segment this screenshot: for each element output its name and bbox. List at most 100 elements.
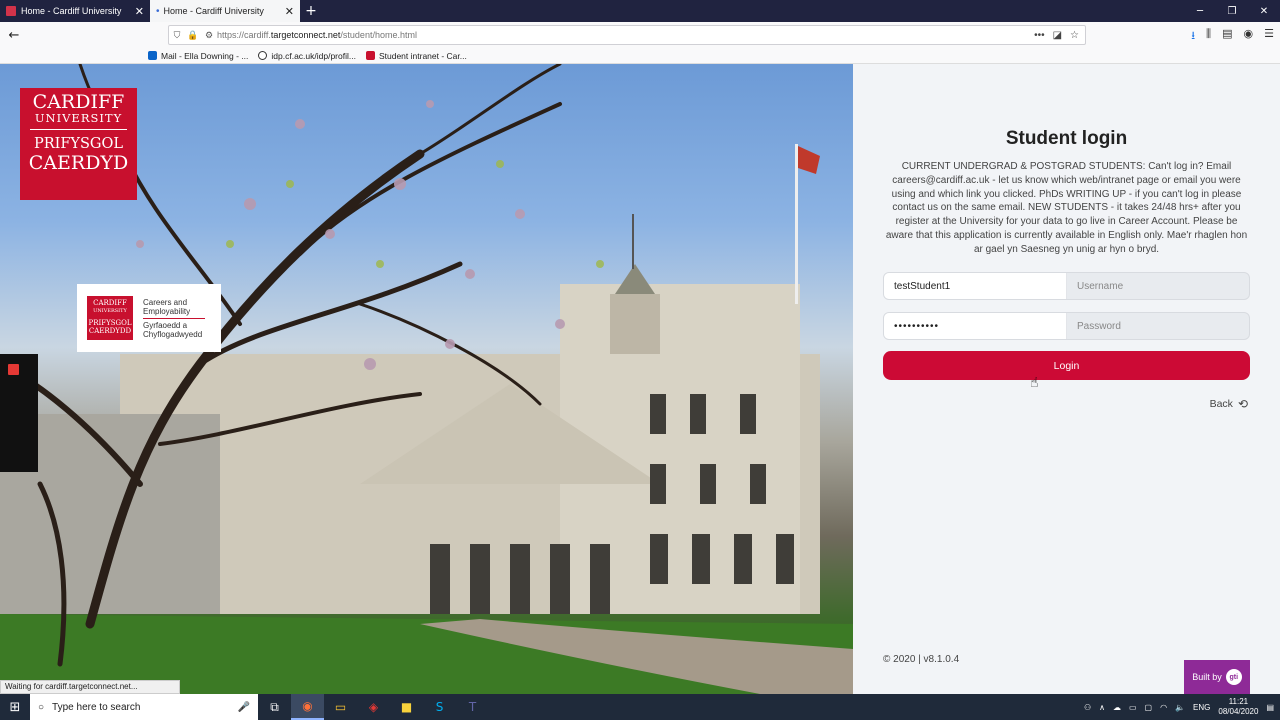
- lock-icon[interactable]: 🔒: [185, 30, 201, 41]
- window-controls: ─ ❐ ✕: [1184, 0, 1280, 22]
- browser-tab-bar: Home - Cardiff University ✕ • Home - Car…: [0, 0, 1280, 22]
- username-label: Username: [1077, 280, 1124, 292]
- toolbar-right: ⭳ ⫼ ▤ ◉ ☰: [1191, 27, 1274, 46]
- menu-icon[interactable]: ☰: [1264, 27, 1274, 46]
- campus-photo: CARDIFF UNIVERSITY PRIFYSGOL CAERDYD CAR…: [0, 64, 853, 694]
- restore-icon[interactable]: ❐: [1216, 0, 1248, 22]
- loading-dot-icon: •: [156, 5, 160, 17]
- firefox-icon[interactable]: ◉: [291, 694, 324, 720]
- notifications-icon[interactable]: ▤: [1266, 703, 1274, 712]
- logo-text: CARDIFF: [93, 299, 127, 307]
- password-label: Password: [1077, 320, 1121, 332]
- sticky-notes-icon[interactable]: ■: [390, 694, 423, 720]
- minimize-icon[interactable]: ─: [1184, 0, 1216, 22]
- bookmark-intranet[interactable]: Student intranet - Car...: [365, 50, 467, 61]
- clock[interactable]: 11:21 08/04/2020: [1218, 697, 1258, 717]
- logo-text: PRIFYSGOL: [88, 319, 132, 327]
- battery-icon[interactable]: ▭: [1129, 703, 1137, 712]
- chevron-up-icon[interactable]: ∧: [1099, 703, 1105, 712]
- login-instructions: CURRENT UNDERGRAD & POSTGRAD STUDENTS: C…: [885, 161, 1248, 255]
- close-tab-icon[interactable]: ✕: [135, 5, 144, 18]
- close-tab-icon[interactable]: ✕: [285, 5, 294, 18]
- bookmark-star-icon[interactable]: ☆: [1070, 30, 1079, 41]
- url-path: /student/home.html: [340, 30, 417, 40]
- logo-text: CAERDYDD: [88, 327, 132, 335]
- bookmark-label: Mail - Ella Downing - ...: [161, 50, 249, 61]
- globe-icon: [258, 51, 268, 60]
- new-tab-button[interactable]: +: [300, 0, 322, 22]
- back-arrow-icon[interactable]: ←: [2, 23, 26, 47]
- bookmark-label: idp.cf.ac.uk/idp/profil...: [271, 50, 356, 61]
- version-text: © 2020 | v8.1.0.4: [883, 654, 960, 665]
- recording-overlay: [0, 354, 38, 472]
- display-icon[interactable]: ▢: [1145, 703, 1153, 712]
- logo-text: UNIVERSITY: [93, 308, 127, 314]
- person-icon[interactable]: ⚇: [1084, 703, 1091, 712]
- mouse-cursor-icon: ☝: [1030, 375, 1039, 391]
- gti-logo-icon: gti: [1225, 669, 1242, 685]
- login-button[interactable]: Login: [883, 351, 1250, 380]
- system-tray: ⚇ ∧ ☁ ▭ ▢ ◠ 🔈 ENG 11:21 08/04/2020 ▤: [1084, 694, 1280, 720]
- address-bar[interactable]: ⛉ 🔒 ⚙ https://cardiff. targetconnect.net /…: [168, 25, 1086, 45]
- download-icon[interactable]: ⭳: [1191, 27, 1195, 46]
- logo-text: CARDIFF: [32, 91, 125, 113]
- record-stop-icon[interactable]: [8, 364, 19, 375]
- password-field[interactable]: •••••••••• Password: [883, 312, 1250, 340]
- logo-text: CAERDYD: [28, 152, 129, 174]
- volume-icon[interactable]: 🔈: [1175, 703, 1185, 712]
- windows-start-icon[interactable]: ⊞: [0, 694, 30, 720]
- status-bar: Waiting for cardiff.targetconnect.net...: [0, 680, 180, 694]
- cardiff-university-logo[interactable]: CARDIFF UNIVERSITY PRIFYSGOL CAERDYD: [20, 88, 137, 200]
- username-input[interactable]: testStudent1: [884, 273, 1067, 299]
- pocket-icon[interactable]: ◪: [1053, 30, 1062, 41]
- tab-title: Home - Cardiff University: [21, 6, 122, 16]
- sidebar-icon[interactable]: ▤: [1222, 27, 1232, 46]
- bookmarks-toolbar: Mail - Ella Downing - ... idp.cf.ac.uk/i…: [0, 48, 1280, 64]
- url-host: targetconnect.net: [270, 30, 341, 40]
- library-icon[interactable]: ⫼: [1206, 27, 1211, 46]
- tab-title: Home - Cardiff University: [163, 6, 264, 16]
- username-field[interactable]: testStudent1 Username: [883, 272, 1250, 300]
- skype-icon[interactable]: S: [423, 694, 456, 720]
- search-icon: ○: [38, 701, 45, 713]
- logo-text: PRIFYSGOL: [33, 136, 124, 152]
- mini-cardiff-logo: CARDIFF UNIVERSITY PRIFYSGOL CAERDYDD: [87, 296, 133, 340]
- windows-taskbar: ⊞ ○ Type here to search 🎤 ⧉ ◉ ▭ ◈ ■ S T …: [0, 694, 1280, 720]
- outlook-icon: [148, 51, 157, 60]
- language-indicator[interactable]: ENG: [1193, 703, 1210, 712]
- url-prefix: https://cardiff.: [217, 30, 271, 40]
- permissions-icon[interactable]: ⚙: [201, 30, 217, 41]
- bookmark-mail[interactable]: Mail - Ella Downing - ...: [148, 51, 248, 61]
- time-text: 11:21: [1228, 697, 1249, 706]
- built-by-badge[interactable]: Built by gti: [1184, 660, 1250, 694]
- built-by-label: Built by: [1192, 672, 1222, 682]
- adobe-icon[interactable]: ◈: [357, 694, 390, 720]
- wifi-icon[interactable]: ◠: [1160, 703, 1167, 712]
- back-label: Back: [1209, 398, 1233, 410]
- file-explorer-icon[interactable]: ▭: [324, 694, 357, 720]
- taskbar-search[interactable]: ○ Type here to search 🎤: [30, 694, 258, 720]
- cardiff-favicon-icon: [365, 51, 375, 60]
- more-actions-icon[interactable]: •••: [1034, 30, 1045, 41]
- close-window-icon[interactable]: ✕: [1248, 0, 1280, 22]
- onedrive-icon[interactable]: ☁: [1113, 703, 1121, 712]
- bookmark-label: Student intranet - Car...: [378, 50, 467, 61]
- logo-text: UNIVERSITY: [30, 112, 127, 130]
- careers-employability-logo: CARDIFF UNIVERSITY PRIFYSGOL CAERDYDD Ca…: [77, 284, 221, 352]
- page-title: Student login: [1005, 128, 1128, 149]
- password-input[interactable]: ••••••••••: [884, 313, 1067, 339]
- bookmark-idp[interactable]: idp.cf.ac.uk/idp/profil...: [258, 51, 356, 61]
- account-icon[interactable]: ◉: [1244, 27, 1254, 46]
- divider: [143, 317, 205, 319]
- careers-label-cy: Gyrfaoedd a Chyflogadwyedd: [143, 320, 203, 339]
- undo-arrow-icon: ⟲: [1237, 397, 1248, 411]
- tab-home-2[interactable]: • Home - Cardiff University ✕: [150, 0, 300, 22]
- navigation-bar: ← ⛉ 🔒 ⚙ https://cardiff. targetconnect.ne…: [0, 22, 1280, 48]
- task-view-icon[interactable]: ⧉: [258, 694, 291, 720]
- back-link[interactable]: Back ⟲: [1210, 397, 1248, 411]
- microphone-icon[interactable]: 🎤: [238, 702, 250, 713]
- teams-icon[interactable]: T: [456, 694, 489, 720]
- date-text: 08/04/2020: [1218, 707, 1259, 716]
- tab-home-1[interactable]: Home - Cardiff University ✕: [0, 0, 150, 22]
- shield-icon[interactable]: ⛉: [169, 30, 185, 41]
